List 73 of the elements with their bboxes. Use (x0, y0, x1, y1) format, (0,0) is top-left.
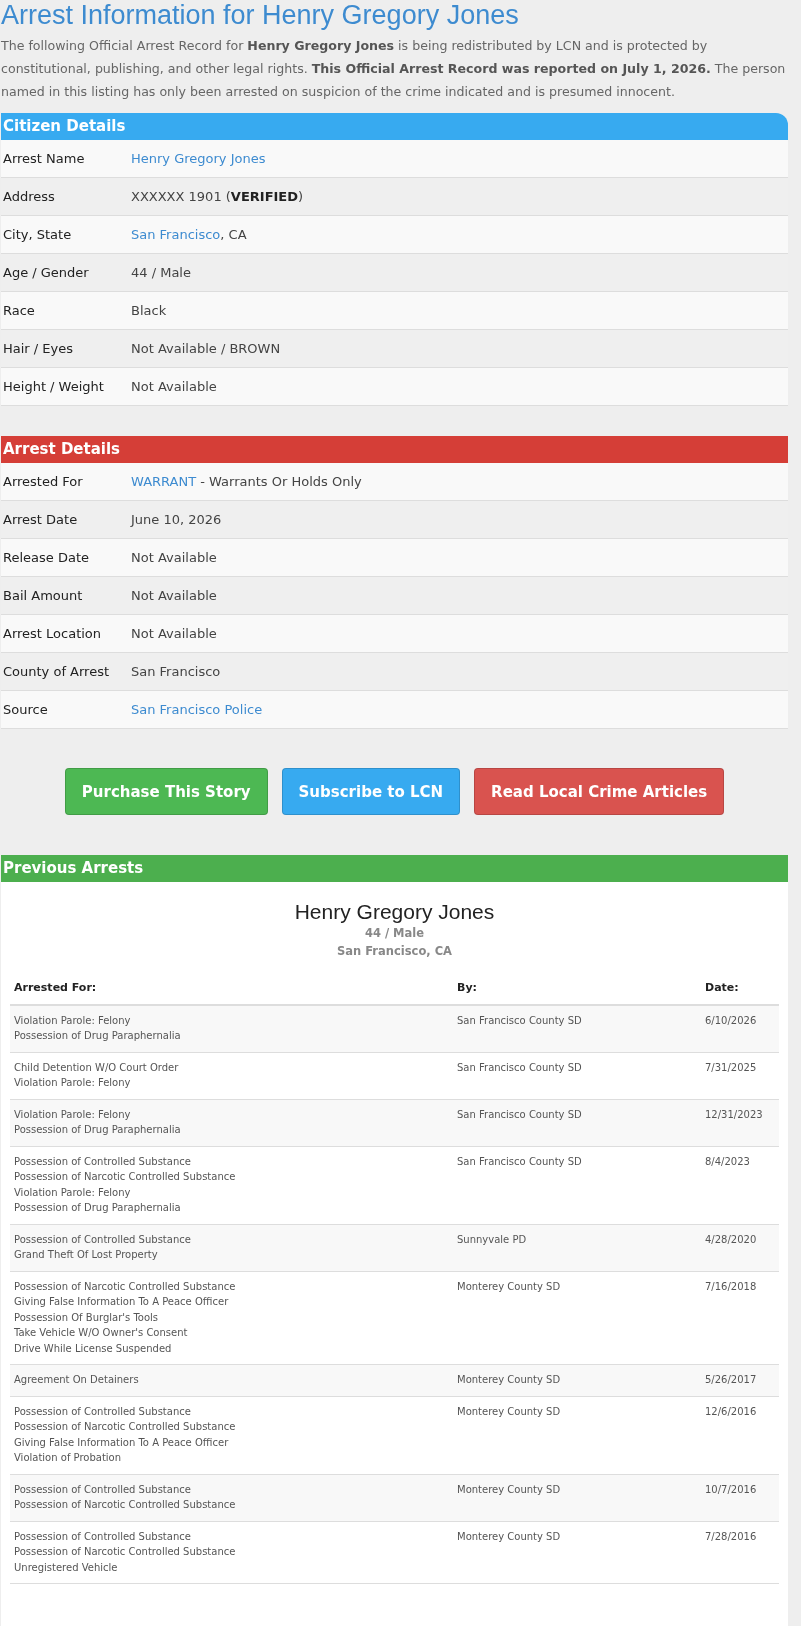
field-value: Not Available (131, 379, 217, 394)
charges-cell-text: Violation Parole: Felony Possession of Drug Paraphernalia (14, 1013, 182, 1043)
date-cell-text: 12/31/2023 (705, 1107, 764, 1122)
field-label: Arrest Location (2, 626, 103, 641)
charges-cell-text: Possession of Controlled Substance Possession of Narcotic Controlled Substance Giving False Information To A Peace Officer Violation of Probation (14, 1404, 237, 1465)
agency-cell-text: Monterey County SD (457, 1529, 562, 1544)
date-cell-text: 7/28/2016 (705, 1529, 758, 1544)
field-label: Arrested For (2, 474, 84, 489)
date-cell-text: 6/10/2026 (705, 1013, 758, 1028)
date-cell-text: 12/6/2016 (705, 1404, 758, 1419)
charges-cell-text: Possession of Controlled Substance Possession of Narcotic Controlled Substance Violation Parole: Felony Possession of Drug Paraphernalia (14, 1154, 237, 1215)
field-label: Source (2, 702, 49, 717)
date-cell-text: 7/16/2018 (705, 1279, 758, 1294)
date-cell-text: 4/28/2020 (705, 1232, 758, 1247)
location: San Francisco, CA (336, 943, 453, 960)
charges-cell-text: Possession of Controlled Substance Possession of Narcotic Controlled Substance (14, 1482, 237, 1512)
field-value: - Warrants Or Holds Only (199, 474, 362, 489)
date-cell-text: 5/26/2017 (705, 1373, 758, 1387)
agency-cell-text: San Francisco County SD (457, 1060, 583, 1075)
column-header: By: (457, 980, 478, 996)
age-gender: 44 / Male (363, 925, 426, 942)
agency-cell-text: San Francisco County SD (457, 1154, 583, 1169)
charges-cell-text: Possession of Controlled Substance Possession of Narcotic Controlled Substance Unregistered Vehicle (14, 1529, 237, 1575)
agency-cell-text: Sunnyvale PD (457, 1232, 528, 1247)
column-header: Arrested For: (14, 980, 98, 996)
field-label: Height / Weight (2, 379, 105, 394)
field-label: Hair / Eyes (2, 341, 75, 356)
charges-cell-text: Child Detention W/O Court Order Violation Parole: Felony (14, 1060, 180, 1090)
field-value: Not Available / BROWN (131, 341, 281, 356)
action-button[interactable]: Read Local Crime Articles (474, 768, 725, 815)
action-button[interactable]: Purchase This Story (64, 768, 268, 815)
value-link[interactable]: Henry Gregory Jones (131, 151, 266, 166)
field-value: Not Available (131, 588, 217, 603)
field-value: XXXXXX 1901 (VERIFIED) (131, 189, 304, 204)
agency-cell-text: San Francisco County SD (457, 1107, 583, 1122)
charges-cell-text: Possession of Narcotic Controlled Substance Giving False Information To A Peace Officer Possession Of Burglar's Tools Take Vehicle W/O Owner's Consent Drive While License Suspended (14, 1279, 237, 1356)
field-value: , CA (220, 227, 247, 242)
date-cell-text: 7/31/2025 (705, 1060, 758, 1075)
charges-cell-text: Agreement On Detainers (14, 1373, 140, 1387)
field-value: Not Available (131, 626, 217, 641)
page-title: Arrest Information for Henry Gregory Jones (1, 0, 520, 30)
field-label: County of Arrest (2, 664, 111, 679)
person-name: Henry Gregory Jones (293, 900, 496, 924)
field-value: June 10, 2026 (131, 512, 222, 527)
field-label: Address (2, 189, 56, 204)
date-cell-text: 8/4/2023 (705, 1154, 751, 1169)
agency-cell-text: San Francisco County SD (457, 1013, 583, 1028)
field-value: 44 / Male (131, 265, 191, 280)
action-button[interactable]: Subscribe to LCN (281, 768, 461, 815)
section-header: Arrest Details (1, 436, 788, 463)
agency-cell-text: Monterey County SD (457, 1279, 562, 1294)
value-link[interactable]: San Francisco Police (131, 702, 263, 717)
field-label: Age / Gender (2, 265, 90, 280)
column-header: Date: (705, 980, 740, 996)
agency-cell-text: Monterey County SD (457, 1482, 562, 1497)
field-value: Not Available (131, 550, 217, 565)
field-label: Bail Amount (2, 588, 84, 603)
section-header: Previous Arrests (1, 855, 788, 882)
agency-cell-text: Monterey County SD (457, 1404, 562, 1419)
field-label: Arrest Date (2, 512, 79, 527)
field-value: Black (131, 303, 167, 318)
intro-paragraph: The following Official Arrest Record for Henry Gregory Jones is being redistributed by LCN and is protected by constitutional, publishing, and other legal rights. This Official Arrest Record was reported on July 1, 2026. The person named in this listing has only been arrested on suspicion of the crime indicated and is presumed innocent. (1, 37, 787, 101)
charges-cell-text: Possession of Controlled Substance Grand Theft Of Lost Property (14, 1232, 192, 1262)
field-label: City, State (2, 227, 73, 242)
field-label: Race (2, 303, 36, 318)
charges-cell-text: Violation Parole: Felony Possession of Drug Paraphernalia (14, 1107, 182, 1137)
value-link[interactable]: WARRANT (131, 474, 197, 489)
date-cell-text: 10/7/2016 (705, 1482, 758, 1497)
agency-cell-text: Monterey County SD (457, 1373, 562, 1387)
field-label: Arrest Name (2, 151, 86, 166)
field-value: San Francisco (131, 664, 221, 679)
field-label: Release Date (2, 550, 90, 565)
section-header: Citizen Details (1, 113, 788, 140)
